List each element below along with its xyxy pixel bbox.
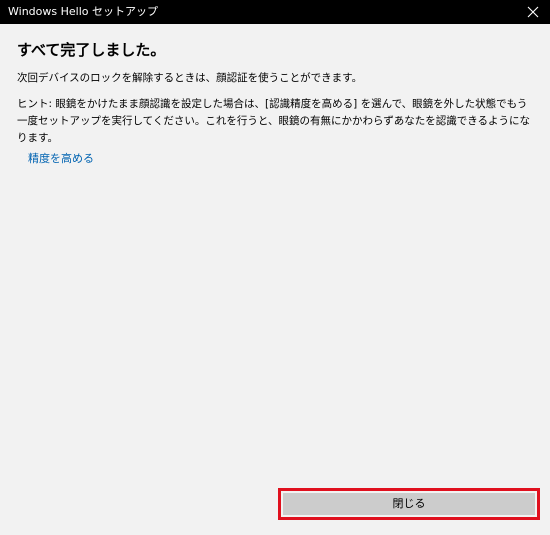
setup-window: Windows Hello セットアップ すべて完了しました。 次回デバイスのロ…	[0, 0, 550, 535]
close-button[interactable]: 閉じる	[283, 493, 535, 515]
main-content: すべて完了しました。 次回デバイスのロックを解除するときは、顔認証を使うことがで…	[17, 40, 537, 167]
close-button-highlight: 閉じる	[278, 488, 540, 520]
title-bar: Windows Hello セットアップ	[0, 0, 550, 24]
window-close-button[interactable]	[516, 0, 550, 24]
improve-recognition-link[interactable]: 精度を高める	[28, 151, 94, 167]
completion-heading: すべて完了しました。	[17, 41, 166, 59]
close-icon	[527, 6, 539, 18]
unlock-description: 次回デバイスのロックを解除するときは、顔認証を使うことができます。	[17, 72, 363, 84]
window-title: Windows Hello セットアップ	[8, 5, 158, 18]
glasses-hint: ヒント: 眼鏡をかけたまま顔認識を設定した場合は、[認識精度を高める] を選んで…	[17, 98, 531, 144]
